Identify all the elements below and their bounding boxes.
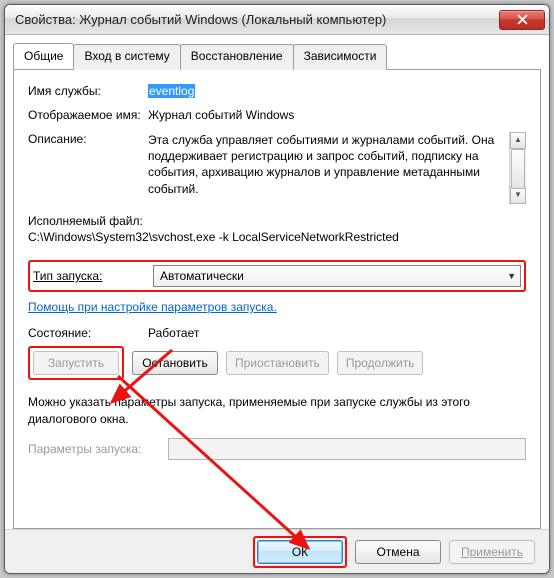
- stop-button[interactable]: Остановить: [132, 351, 218, 375]
- chevron-down-icon: ▼: [507, 271, 516, 281]
- value-description: Эта служба управляет событиями и журнала…: [148, 133, 494, 196]
- startup-type-combobox[interactable]: Автоматически ▼: [153, 265, 521, 287]
- annotation-startup-type-highlight: Тип запуска: Автоматически ▼: [28, 260, 526, 292]
- tab-recovery[interactable]: Восстановление: [180, 44, 294, 70]
- scroll-thumb[interactable]: [511, 149, 525, 189]
- tab-logon[interactable]: Вход в систему: [73, 44, 180, 70]
- annotation-ok-button-highlight: ОК: [253, 536, 347, 568]
- dialog-footer: ОК Отмена Применить: [5, 529, 549, 573]
- scroll-track[interactable]: [510, 149, 526, 187]
- tab-dependencies[interactable]: Зависимости: [293, 44, 388, 70]
- annotation-start-button-highlight: Запустить: [28, 346, 124, 380]
- properties-dialog: Свойства: Журнал событий Windows (Локаль…: [4, 4, 550, 574]
- value-service-name: eventlog: [148, 84, 526, 98]
- window-title: Свойства: Журнал событий Windows (Локаль…: [15, 12, 499, 27]
- description-scrollbar[interactable]: ▲ ▼: [509, 132, 526, 204]
- startup-help-link[interactable]: Помощь при настройке параметров запуска.: [28, 300, 277, 314]
- start-params-note: Можно указать параметры запуска, применя…: [28, 394, 526, 428]
- description-box: Эта служба управляет событиями и журнала…: [148, 132, 526, 204]
- scroll-down-icon[interactable]: ▼: [510, 187, 526, 204]
- ok-button[interactable]: ОК: [257, 540, 343, 564]
- value-status: Работает: [148, 326, 526, 340]
- label-executable: Исполняемый файл:: [28, 214, 526, 228]
- label-description: Описание:: [28, 132, 148, 146]
- pause-button: Приостановить: [226, 351, 329, 375]
- apply-button: Применить: [449, 540, 535, 564]
- value-executable-path: C:\Windows\System32\svchost.exe -k Local…: [28, 230, 526, 244]
- label-display-name: Отображаемое имя:: [28, 108, 148, 122]
- start-params-input: [168, 438, 526, 460]
- close-icon: [517, 14, 528, 25]
- label-status: Состояние:: [28, 326, 148, 340]
- scroll-up-icon[interactable]: ▲: [510, 132, 526, 149]
- cancel-button[interactable]: Отмена: [355, 540, 441, 564]
- label-start-params: Параметры запуска:: [28, 442, 168, 456]
- tab-general[interactable]: Общие: [13, 43, 74, 69]
- resume-button: Продолжить: [337, 351, 424, 375]
- titlebar[interactable]: Свойства: Журнал событий Windows (Локаль…: [5, 5, 549, 35]
- startup-type-value: Автоматически: [160, 269, 507, 283]
- label-service-name: Имя службы:: [28, 84, 148, 98]
- client-area: Общие Вход в систему Восстановление Зави…: [13, 43, 541, 527]
- service-control-buttons: Запустить Остановить Приостановить Продо…: [28, 346, 526, 380]
- value-display-name: Журнал событий Windows: [148, 108, 526, 122]
- tabpanel-general: Имя службы: eventlog Отображаемое имя: Ж…: [13, 69, 541, 529]
- start-button: Запустить: [33, 351, 119, 375]
- tabstrip: Общие Вход в систему Восстановление Зави…: [13, 43, 541, 69]
- close-button[interactable]: [499, 10, 545, 30]
- label-startup-type: Тип запуска:: [33, 269, 153, 283]
